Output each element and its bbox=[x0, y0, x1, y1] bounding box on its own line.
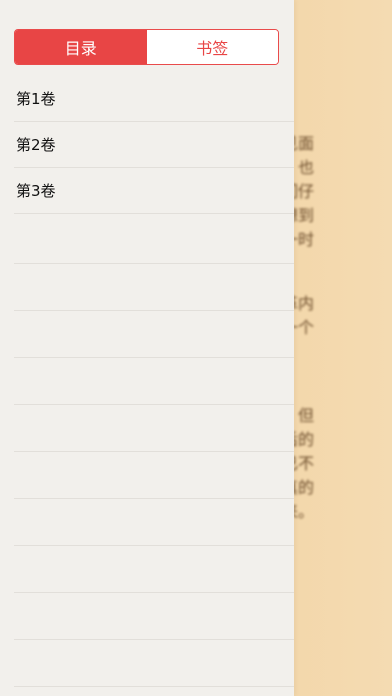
toc-item-volume-2[interactable]: 第2卷 bbox=[14, 122, 294, 168]
empty-row bbox=[14, 546, 294, 593]
empty-row bbox=[14, 217, 294, 264]
toc-item-label: 第3卷 bbox=[16, 182, 56, 200]
empty-row bbox=[14, 640, 294, 687]
toc-item-volume-3[interactable]: 第3卷 bbox=[14, 168, 294, 214]
empty-row bbox=[14, 593, 294, 640]
tab-bookmarks[interactable]: 书签 bbox=[146, 30, 278, 64]
empty-list-rows bbox=[14, 217, 294, 687]
tab-catalog[interactable]: 目录 bbox=[15, 30, 147, 64]
empty-row bbox=[14, 452, 294, 499]
catalog-drawer: 目录 书签 第1卷 第2卷 第3卷 bbox=[0, 0, 294, 696]
empty-row bbox=[14, 405, 294, 452]
empty-row bbox=[14, 311, 294, 358]
empty-row bbox=[14, 264, 294, 311]
table-of-contents: 第1卷 第2卷 第3卷 bbox=[14, 76, 294, 214]
screen: 友们见面 想到，也 编辑们仔 但没想到 行本一时 ，文革内 却是一个 。 续集，… bbox=[0, 0, 392, 696]
toc-item-label: 第2卷 bbox=[16, 136, 56, 154]
catalog-bookmark-segmented-control: 目录 书签 bbox=[14, 29, 279, 65]
toc-item-label: 第1卷 bbox=[16, 90, 56, 108]
empty-row bbox=[14, 358, 294, 405]
toc-item-volume-1[interactable]: 第1卷 bbox=[14, 76, 294, 122]
empty-row bbox=[14, 499, 294, 546]
